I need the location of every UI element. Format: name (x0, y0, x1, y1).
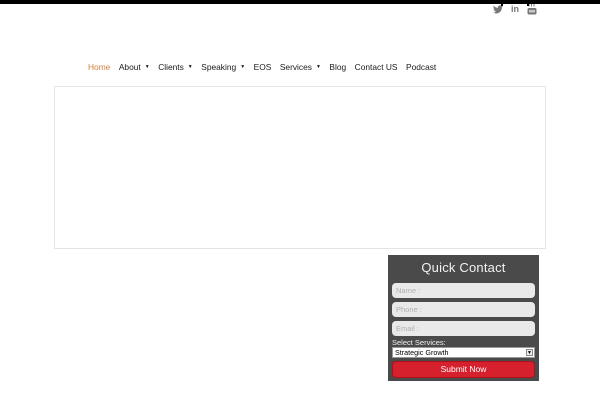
quick-contact-title: Quick Contact (421, 260, 506, 275)
social-links: in (490, 0, 540, 18)
chevron-down-icon: ▼ (526, 349, 533, 356)
phone-field[interactable] (392, 302, 535, 317)
nav-clients[interactable]: Clients ▼ (158, 62, 193, 72)
caret-down-icon: ▼ (315, 64, 321, 70)
nav-label: EOS (253, 62, 272, 72)
quick-contact-form: Quick Contact Select Services: Strategic… (388, 255, 539, 381)
divider (527, 0, 529, 6)
nav-label: Blog (329, 62, 347, 72)
linkedin-icon[interactable]: in (509, 3, 521, 15)
nav-about[interactable]: About ▼ (119, 62, 150, 72)
nav-home[interactable]: Home (88, 62, 110, 72)
name-field[interactable] (392, 283, 535, 298)
nav-services[interactable]: Services ▼ (280, 62, 321, 72)
services-label: Select Services: (392, 338, 446, 347)
nav-speaking[interactable]: Speaking ▼ (201, 62, 245, 72)
nav-label: Contact US (354, 62, 398, 72)
caret-down-icon: ▼ (240, 64, 246, 70)
nav-label: Speaking (201, 62, 237, 72)
email-field[interactable] (392, 321, 535, 336)
linkedin-text: in (510, 4, 519, 14)
main-nav: Home About ▼ Clients ▼ Speaking ▼ EOS Servi… (88, 61, 445, 73)
submit-button[interactable]: Submit Now (392, 361, 535, 378)
nav-podcast[interactable]: Podcast (406, 62, 436, 72)
nav-label: Clients (158, 62, 184, 72)
nav-label: About (118, 62, 141, 72)
nav-blog[interactable]: Blog (329, 62, 346, 72)
caret-down-icon: ▼ (144, 64, 150, 70)
nav-label: Services (279, 62, 312, 72)
nav-eos[interactable]: EOS (254, 62, 272, 72)
hero-banner (54, 86, 546, 249)
nav-contact-us[interactable]: Contact US (355, 62, 398, 72)
services-selected-value: Strategic Growth (395, 348, 449, 357)
divider (501, 0, 503, 6)
services-select[interactable]: Strategic Growth ▼ (392, 347, 535, 358)
caret-down-icon: ▼ (187, 64, 193, 70)
nav-label: Podcast (406, 62, 437, 72)
nav-label: Home (88, 62, 111, 72)
